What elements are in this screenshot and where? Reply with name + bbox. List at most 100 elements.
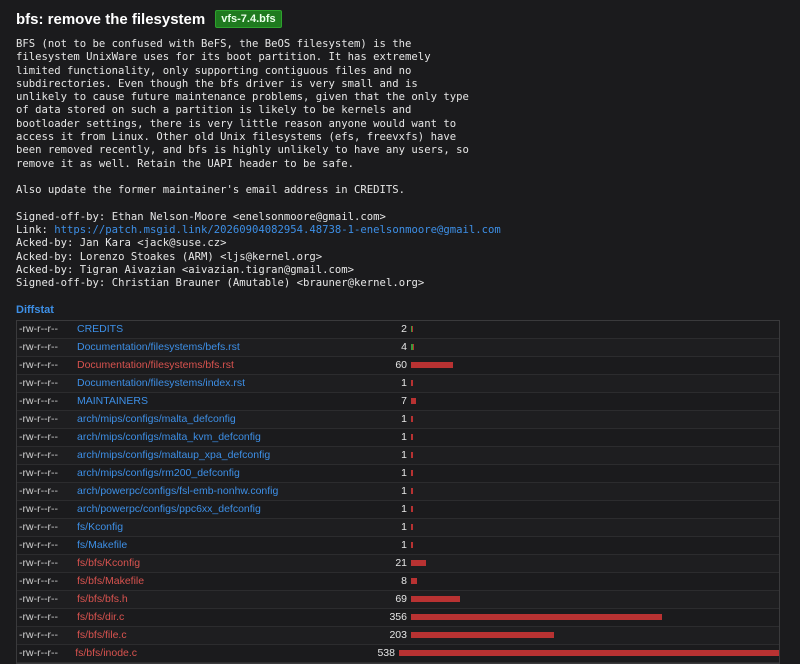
message-line: access it from Linux. Other old Unix fil…	[16, 131, 457, 144]
deleted-bar	[411, 452, 413, 459]
change-bar	[411, 434, 413, 441]
file-mode: -rw-r--r--	[19, 539, 59, 552]
deleted-bar	[413, 344, 414, 351]
change-count: 4	[401, 341, 407, 354]
deleted-bar	[411, 578, 417, 585]
trailer-value: Lorenzo Stoakes (ARM) <ljs@kernel.org>	[79, 250, 323, 263]
change-bar-cell	[407, 447, 779, 464]
change-bar	[411, 344, 414, 351]
file-path-link[interactable]: CREDITS	[77, 323, 389, 335]
file-path-link[interactable]: arch/powerpc/configs/ppc6xx_defconfig	[77, 503, 389, 515]
change-bar	[411, 596, 460, 603]
file-path-link[interactable]: Documentation/filesystems/index.rst	[77, 377, 389, 389]
file-path-link[interactable]: fs/Makefile	[77, 539, 389, 551]
diffstat-row: -rw-r--r-- MAINTAINERS 7	[17, 393, 779, 411]
change-bar-cell	[407, 609, 779, 626]
change-count: 356	[389, 611, 407, 624]
deleted-bar	[411, 362, 453, 369]
file-path-link[interactable]: fs/bfs/Makefile	[77, 575, 389, 587]
diffstat-row: -rw-r--r-- fs/bfs/bfs.h 69	[17, 590, 779, 609]
file-path-link[interactable]: arch/mips/configs/rm200_defconfig	[77, 467, 389, 479]
file-path-link[interactable]: Documentation/filesystems/bfs.rst	[77, 359, 389, 371]
deleted-bar	[411, 632, 554, 639]
diffstat-row: -rw-r--r-- fs/Kconfig 1	[17, 518, 779, 537]
file-mode: -rw-r--r--	[19, 467, 59, 480]
file-path-link[interactable]: arch/mips/configs/malta_kvm_defconfig	[77, 431, 389, 443]
file-mode: -rw-r--r--	[19, 359, 59, 372]
file-path-link[interactable]: fs/bfs/file.c	[77, 629, 389, 641]
diffstat-row: -rw-r--r-- arch/powerpc/configs/fsl-emb-n…	[17, 482, 779, 501]
commit-title: bfs: remove the filesystem	[16, 10, 206, 28]
trailer-key: Acked-by:	[16, 237, 74, 250]
file-mode: -rw-r--r--	[19, 503, 59, 516]
file-mode: -rw-r--r--	[19, 377, 59, 390]
change-bar	[411, 362, 453, 369]
file-path-link[interactable]: arch/mips/configs/malta_defconfig	[77, 413, 389, 425]
message-body: BFS (not to be confused with BeFS, the B…	[16, 38, 784, 171]
patch-link[interactable]: https://patch.msgid.link/20260904082954.…	[54, 224, 500, 236]
diffstat-row: -rw-r--r-- Documentation/filesystems/inde…	[17, 374, 779, 393]
commit-header: bfs: remove the filesystem vfs-7.4.bfs	[16, 8, 784, 30]
file-path-link[interactable]: fs/bfs/inode.c	[75, 647, 377, 659]
change-bar	[411, 542, 413, 549]
file-mode: -rw-r--r--	[19, 431, 59, 444]
diffstat-row: -rw-r--r-- arch/mips/configs/malta_kvm_de…	[17, 429, 779, 447]
change-count: 1	[401, 413, 407, 426]
message-line: bootloader settings, there is very littl…	[16, 117, 457, 130]
file-mode: -rw-r--r--	[19, 395, 59, 408]
deleted-bar	[411, 398, 416, 405]
change-bar-cell	[407, 573, 779, 590]
change-count: 1	[401, 503, 407, 516]
file-path-link[interactable]: arch/powerpc/configs/fsl-emb-nonhw.confi…	[77, 485, 389, 497]
diffstat-row: -rw-r--r-- arch/mips/configs/maltaup_xpa_…	[17, 446, 779, 465]
trailer-value: Christian Brauner (Amutable) <brauner@ke…	[111, 277, 425, 290]
file-path-link[interactable]: fs/bfs/dir.c	[77, 611, 389, 623]
file-path-link[interactable]: fs/bfs/bfs.h	[77, 593, 389, 605]
trailer-tags: Signed-off-by: Ethan Nelson-Moore <enels…	[16, 211, 784, 291]
file-path-link[interactable]: fs/bfs/Kconfig	[77, 557, 389, 569]
file-path-link[interactable]: fs/Kconfig	[77, 521, 389, 533]
change-bar	[411, 452, 413, 459]
diffstat-row: -rw-r--r-- CREDITS 2	[17, 321, 779, 339]
file-path-link[interactable]: arch/mips/configs/maltaup_xpa_defconfig	[77, 449, 389, 461]
change-bar	[411, 470, 413, 477]
deleted-bar	[411, 596, 460, 603]
change-count: 8	[401, 575, 407, 588]
diffstat-row: -rw-r--r-- arch/mips/configs/rm200_defcon…	[17, 465, 779, 483]
change-count: 1	[401, 377, 407, 390]
commit-message: BFS (not to be confused with BeFS, the B…	[16, 38, 784, 291]
change-bar-cell	[407, 483, 779, 500]
file-mode: -rw-r--r--	[19, 647, 59, 660]
deleted-bar	[399, 650, 779, 657]
file-mode: -rw-r--r--	[19, 323, 59, 336]
trailer-line: Acked-by: Lorenzo Stoakes (ARM) <ljs@ker…	[16, 251, 784, 264]
file-mode: -rw-r--r--	[19, 485, 59, 498]
diffstat-row: -rw-r--r-- fs/bfs/Kconfig 21	[17, 554, 779, 573]
deleted-bar	[412, 326, 413, 333]
change-bar-cell	[407, 393, 779, 410]
change-bar-cell	[407, 321, 779, 338]
change-bar-cell	[407, 465, 779, 482]
change-count: 7	[401, 395, 407, 408]
diffstat-row: -rw-r--r-- Documentation/filesystems/bfs.…	[17, 357, 779, 375]
change-bar-cell	[407, 357, 779, 374]
deleted-bar	[411, 470, 413, 477]
change-count: 21	[395, 557, 407, 570]
change-bar-cell	[407, 591, 779, 608]
change-count: 69	[395, 593, 407, 606]
diffstat-table: -rw-r--r-- CREDITS 2 -rw-r--r-- Documentatio…	[16, 319, 780, 664]
change-bar-cell	[407, 375, 779, 392]
message-line: remove it as well. Retain the UAPI heade…	[16, 157, 355, 170]
deleted-bar	[411, 524, 413, 531]
change-bar	[411, 488, 413, 495]
file-path-link[interactable]: MAINTAINERS	[77, 395, 389, 407]
branch-badge[interactable]: vfs-7.4.bfs	[215, 10, 282, 28]
message-line: unlikely to cause future maintenance pro…	[16, 91, 469, 104]
diffstat-row: -rw-r--r-- fs/bfs/Makefile 8	[17, 573, 779, 591]
change-count: 2	[401, 323, 407, 336]
message-line: limited functionality, only supporting c…	[16, 64, 412, 77]
trailer-line: Acked-by: Tigran Aivazian <aivazian.tigr…	[16, 264, 784, 277]
change-bar-cell	[407, 429, 779, 446]
file-path-link[interactable]: Documentation/filesystems/befs.rst	[77, 341, 389, 353]
